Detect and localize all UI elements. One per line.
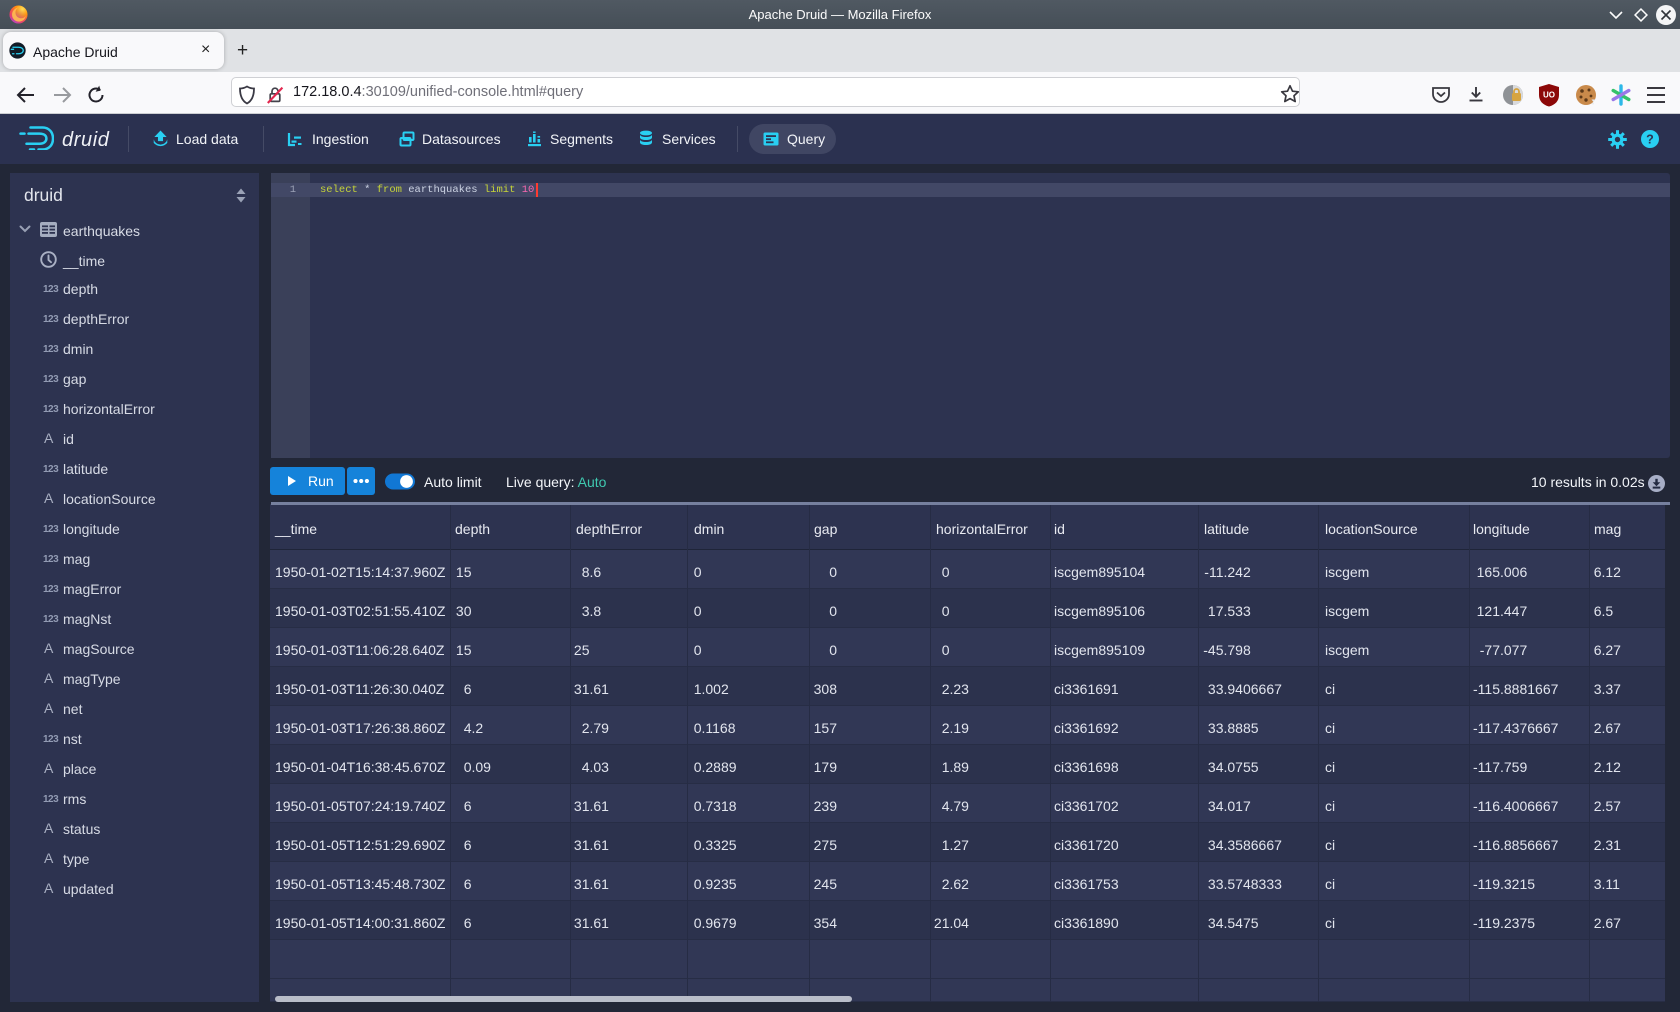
svg-text:UO: UO [1543,91,1555,100]
svg-text:?: ? [1646,132,1654,146]
